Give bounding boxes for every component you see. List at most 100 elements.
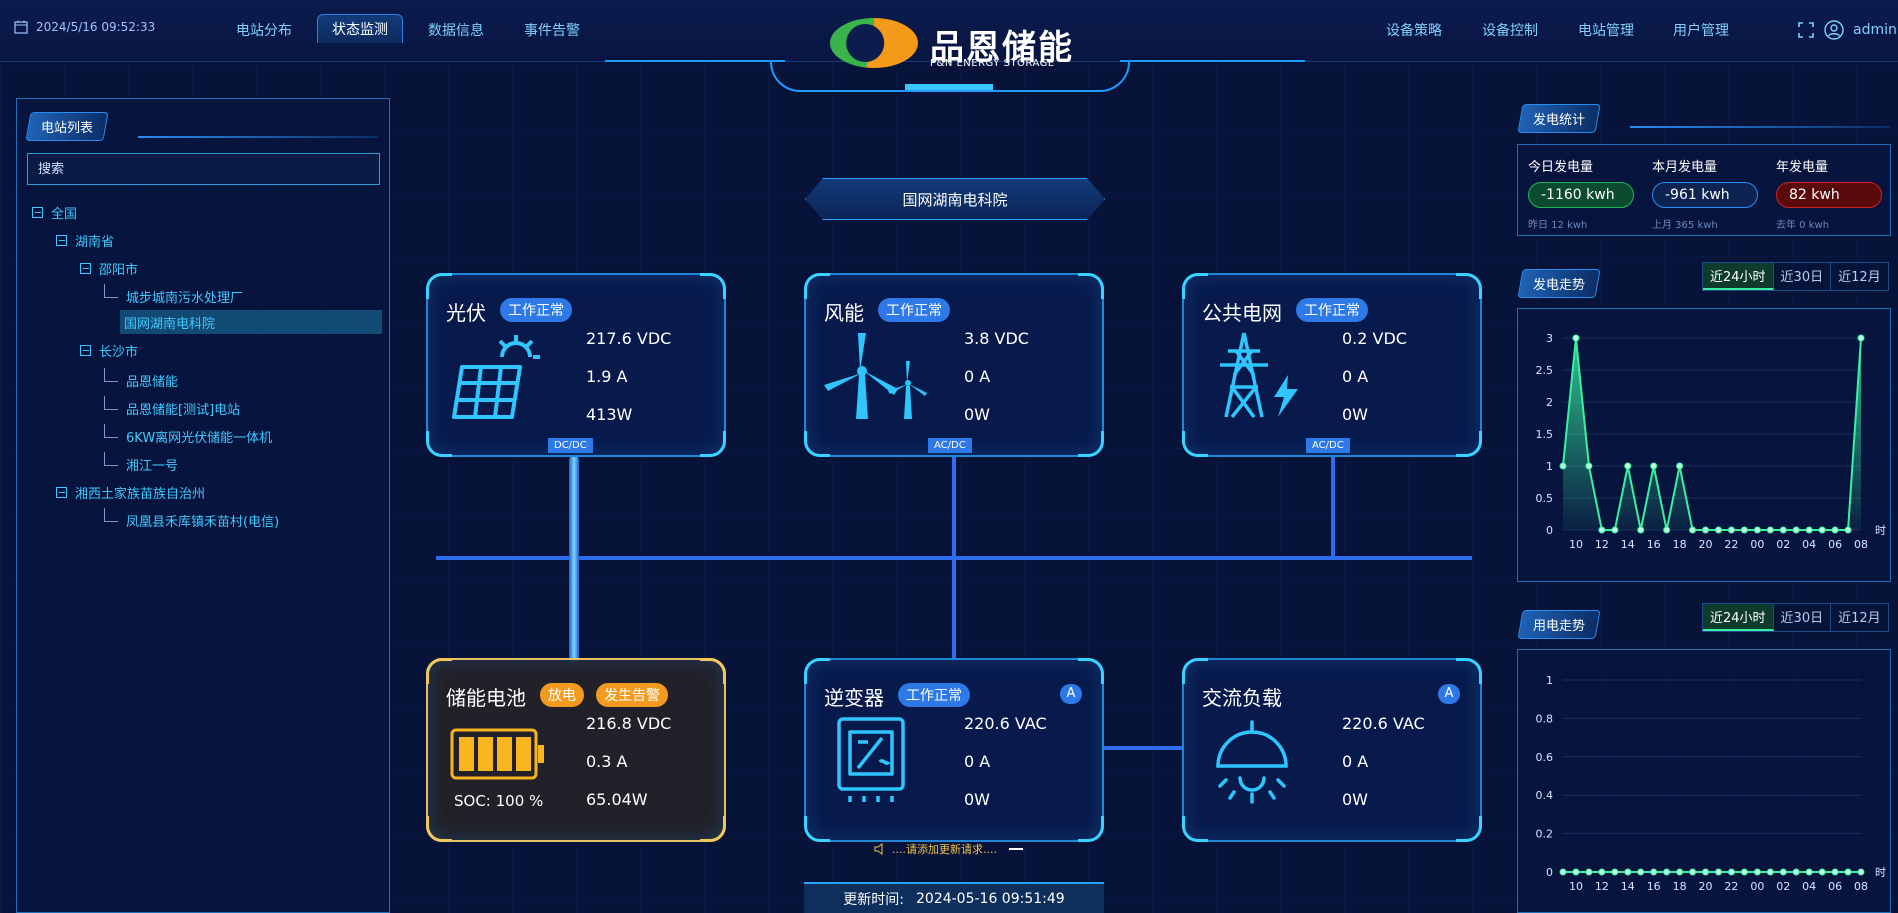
grid-port-tag: AC/DC <box>1306 438 1350 453</box>
data-point <box>1805 526 1813 534</box>
nav-data-info[interactable]: 数据信息 <box>428 20 484 40</box>
range-12m[interactable]: 近12月 <box>1831 604 1888 631</box>
stat-year-sub: 去年 0 kwh <box>1776 220 1830 231</box>
speaker-icon <box>874 843 883 855</box>
battery-card[interactable]: 储能电池 放电 发生告警 SOC: 100 % 216.8 VDC 0.3 A … <box>426 658 726 842</box>
use-range-selector: 近24小时 近30日 近12月 <box>1702 603 1889 632</box>
range-24h[interactable]: 近24小时 <box>1703 263 1774 290</box>
x-tick-label: 08 <box>1854 880 1868 893</box>
card-corner-accent <box>1078 273 1104 299</box>
collapse-icon[interactable] <box>56 486 67 498</box>
tree-leaf-station-selected[interactable]: 国网湖南电科院 <box>120 310 382 334</box>
wind-power: 0W <box>964 405 990 424</box>
stat-year-label: 年发电量 <box>1776 160 1829 175</box>
card-corner-accent <box>1456 431 1482 457</box>
data-point <box>1818 868 1826 876</box>
x-tick-label: 22 <box>1724 880 1738 893</box>
nav-user-manage[interactable]: 用户管理 <box>1673 20 1729 40</box>
tree-node-xiangxi[interactable]: 湘西土家族苗族自治州 <box>32 478 382 506</box>
y-tick-label: 0.5 <box>1536 492 1554 505</box>
tree-node-root[interactable]: 全国 <box>32 198 382 226</box>
station-search-input[interactable] <box>27 153 380 185</box>
fullscreen-icon[interactable] <box>1798 22 1814 38</box>
tree-node-hunan[interactable]: 湖南省 <box>32 226 382 254</box>
tree-leaf-station[interactable]: 城步城南污水处理厂 <box>32 282 382 310</box>
user-avatar-icon[interactable] <box>1824 20 1844 40</box>
range-30d[interactable]: 近30日 <box>1774 604 1832 631</box>
tree-node-changsha[interactable]: 长沙市 <box>32 334 382 366</box>
data-point <box>1753 526 1761 534</box>
data-point <box>1598 868 1606 876</box>
header-center-bar <box>905 84 993 90</box>
card-corner-accent <box>1456 816 1482 842</box>
grid-power: 0W <box>1342 405 1368 424</box>
wind-card[interactable]: 风能 工作正常 3.8 VDC 0 A 0W <box>804 273 1104 457</box>
nav-station-distribution[interactable]: 电站分布 <box>236 20 292 40</box>
data-point <box>1818 526 1826 534</box>
stat-year-value: 82 kwh <box>1776 182 1882 208</box>
collapse-icon[interactable] <box>80 262 91 274</box>
data-point <box>1844 526 1852 534</box>
grid-card[interactable]: 公共电网 工作正常 0.2 VDC 0 A 0W <box>1182 273 1482 457</box>
tree-leaf-station[interactable]: 6KW离网光伏储能一体机 <box>32 422 382 450</box>
x-tick-label: 04 <box>1802 538 1816 551</box>
tree-leaf-station[interactable]: 凤凰县禾库镇禾苗村(电信) <box>32 506 382 534</box>
update-time-bar: 更新时间: 2024-05-16 09:51:49 <box>804 882 1104 913</box>
x-tick-label: 10 <box>1569 880 1583 893</box>
load-phase-badge: A <box>1438 684 1460 704</box>
station-tree: 全国 湖南省 邵阳市 城步城南污水处理厂 国网湖南电科院 长沙市 品恩储能 品恩… <box>32 198 382 534</box>
battery-soc: SOC: 100 % <box>454 792 544 810</box>
notice-bar: ....请添加更新请求.... <box>874 841 1023 857</box>
tree-connector <box>104 396 118 410</box>
collapse-icon[interactable] <box>56 234 67 246</box>
grid-title: 公共电网 <box>1202 301 1282 325</box>
card-corner-accent <box>426 816 452 842</box>
battery-current: 0.3 A <box>586 752 628 771</box>
data-point <box>1559 462 1567 470</box>
x-tick-label: 14 <box>1621 880 1635 893</box>
calendar-icon <box>14 20 28 34</box>
nav-event-alarm[interactable]: 事件告警 <box>524 20 580 40</box>
range-24h[interactable]: 近24小时 <box>1703 604 1774 631</box>
data-point <box>1779 868 1787 876</box>
inverter-card[interactable]: 逆变器 工作正常 A 220.6 VAC 0 A 0W <box>804 658 1104 842</box>
y-tick-label: 3 <box>1546 332 1553 345</box>
wind-inverter-link <box>952 456 956 660</box>
gen-stats-title: 发电统计 <box>1517 104 1601 133</box>
notice-dash <box>1008 848 1023 850</box>
nav-status-monitor[interactable]: 状态监测 <box>317 14 403 43</box>
collapse-icon[interactable] <box>32 206 43 218</box>
tree-leaf-station[interactable]: 湘江一号 <box>32 450 382 478</box>
card-corner-accent <box>804 658 830 684</box>
pv-card[interactable]: 光伏 工作正常 217.6 VDC 1.9 A 413W <box>426 273 726 457</box>
range-12m[interactable]: 近12月 <box>1831 263 1888 290</box>
stat-month-label: 本月发电量 <box>1652 160 1718 175</box>
y-tick-label: 1.5 <box>1536 428 1554 441</box>
x-tick-label: 16 <box>1647 538 1661 551</box>
gen-range-selector: 近24小时 近30日 近12月 <box>1702 262 1889 291</box>
range-30d[interactable]: 近30日 <box>1774 263 1832 290</box>
nav-device-control[interactable]: 设备控制 <box>1482 20 1538 40</box>
datetime-text: 2024/5/16 09:52:33 <box>36 20 156 34</box>
data-point <box>1753 868 1761 876</box>
tree-leaf-station[interactable]: 品恩储能 <box>32 366 382 394</box>
data-point <box>1766 868 1774 876</box>
wind-title: 风能 <box>824 301 864 325</box>
tree-connector <box>104 284 118 298</box>
y-tick-label: 0 <box>1546 524 1553 537</box>
collapse-icon[interactable] <box>80 344 91 356</box>
nav-station-manage[interactable]: 电站管理 <box>1578 20 1634 40</box>
inverter-title: 逆变器 <box>824 686 884 710</box>
header-deco-left <box>605 60 785 62</box>
tree-leaf-station[interactable]: 品恩储能[测试]电站 <box>32 394 382 422</box>
username[interactable]: admin <box>1853 22 1897 38</box>
x-tick-label: 12 <box>1595 880 1609 893</box>
nav-device-strategy[interactable]: 设备策略 <box>1386 20 1442 40</box>
tree-node-shaoyang[interactable]: 邵阳市 <box>32 254 382 282</box>
y-tick-label: 1 <box>1546 674 1553 687</box>
inverter-power: 0W <box>964 790 990 809</box>
card-corner-accent <box>426 431 452 457</box>
logo-mark-icon <box>830 18 918 68</box>
ac-load-card[interactable]: 交流负载 A 220.6 VAC 0 A 0W <box>1182 658 1482 842</box>
data-point <box>1727 868 1735 876</box>
